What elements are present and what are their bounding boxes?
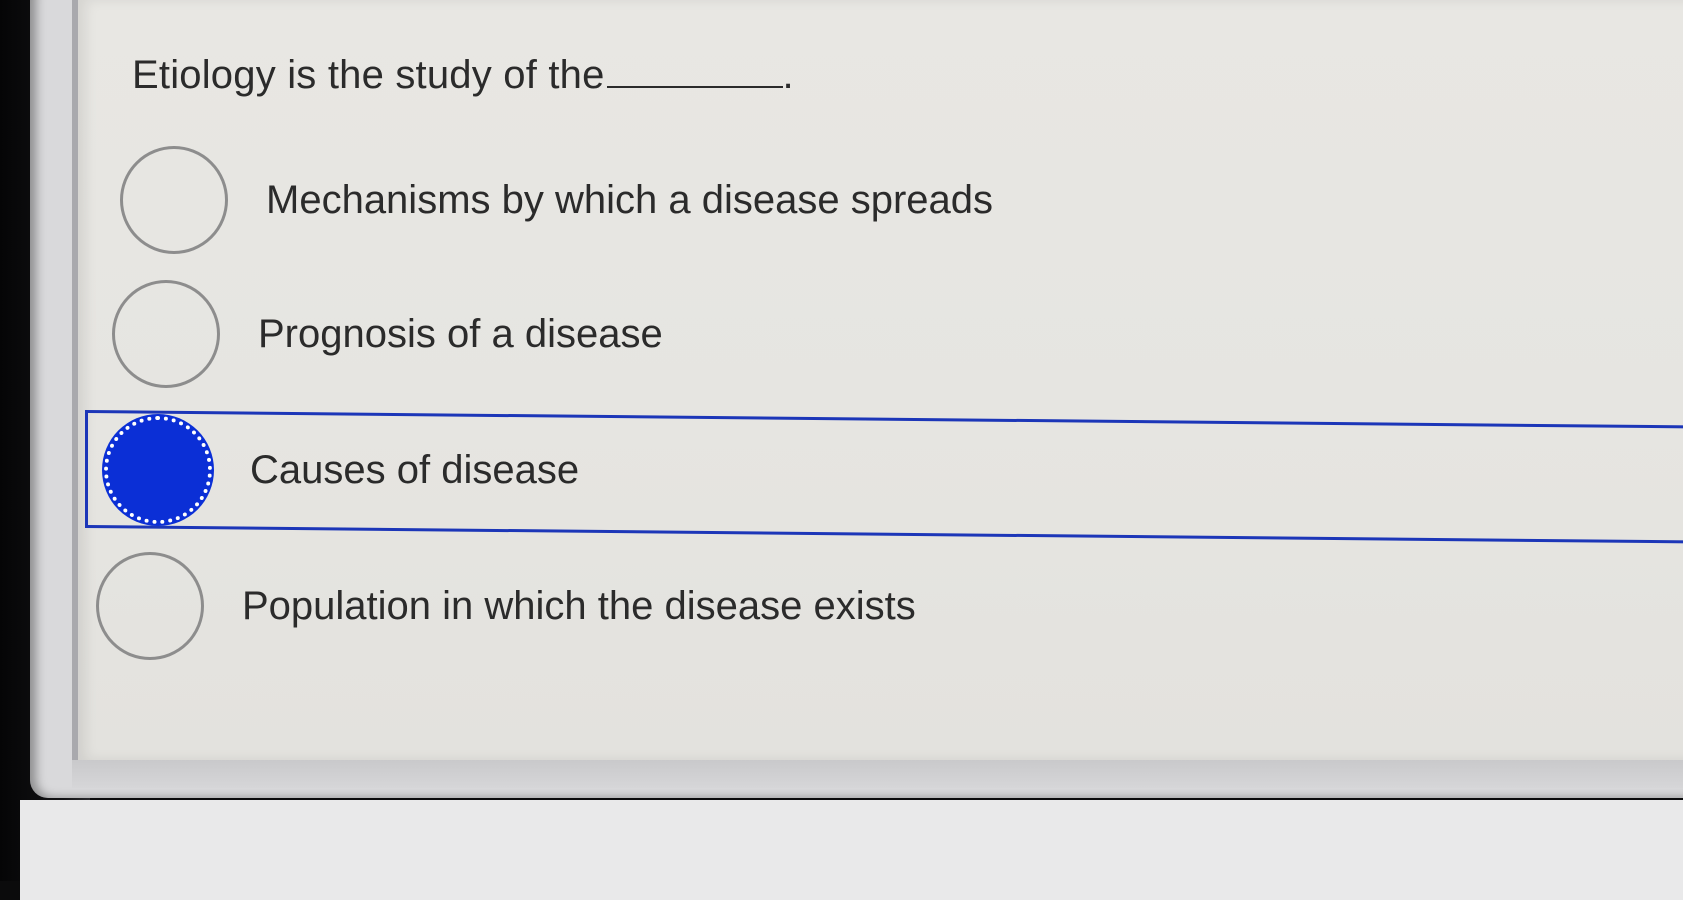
- option-label: Prognosis of a disease: [258, 311, 663, 356]
- question-text: Etiology is the study of the: [132, 53, 605, 97]
- page-background: [20, 800, 1683, 900]
- option-label: Population in which the disease exists: [242, 583, 916, 628]
- radio-button[interactable]: [120, 146, 228, 254]
- answer-option-3[interactable]: Causes of disease: [104, 416, 579, 524]
- radio-button-selected[interactable]: [104, 416, 212, 524]
- question-end-punct: .: [782, 53, 794, 97]
- answer-option-2[interactable]: Prognosis of a disease: [112, 280, 663, 388]
- answer-blank: [606, 50, 783, 88]
- option-label: Mechanisms by which a disease spreads: [266, 177, 994, 222]
- answer-option-4[interactable]: Population in which the disease exists: [96, 552, 916, 660]
- panel-footer-shade: [72, 760, 1683, 788]
- question-prompt: Etiology is the study of the.: [132, 50, 794, 98]
- option-label: Causes of disease: [250, 447, 580, 492]
- radio-button[interactable]: [96, 552, 204, 660]
- radio-button[interactable]: [112, 280, 220, 388]
- answer-option-1[interactable]: Mechanisms by which a disease spreads: [120, 146, 993, 254]
